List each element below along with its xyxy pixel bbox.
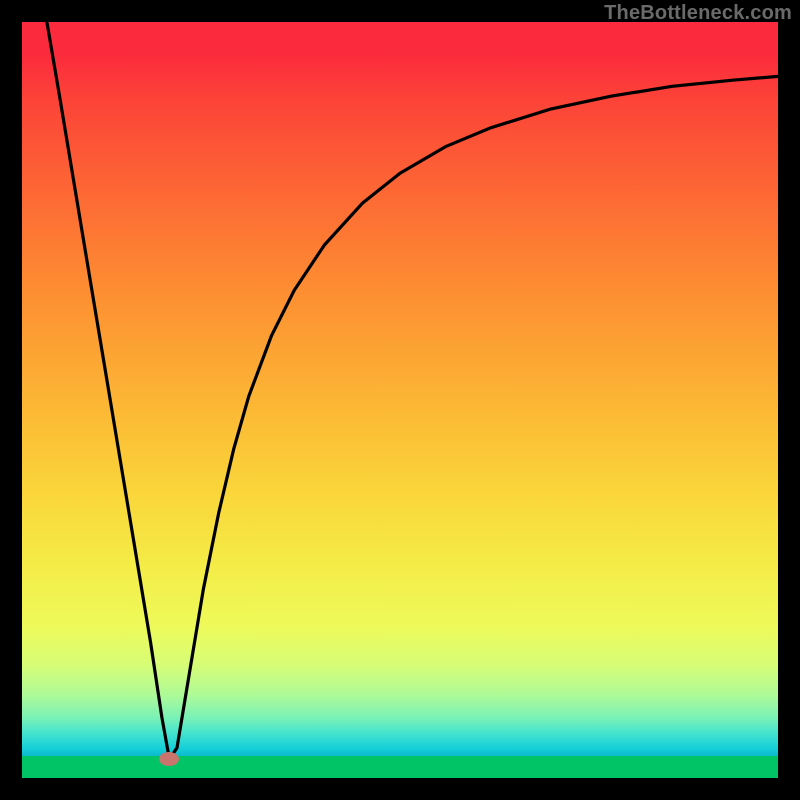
chart-frame: TheBottleneck.com (0, 0, 800, 800)
minimum-marker (159, 752, 179, 766)
plot-area (22, 22, 778, 778)
bottleneck-curve (22, 22, 778, 778)
